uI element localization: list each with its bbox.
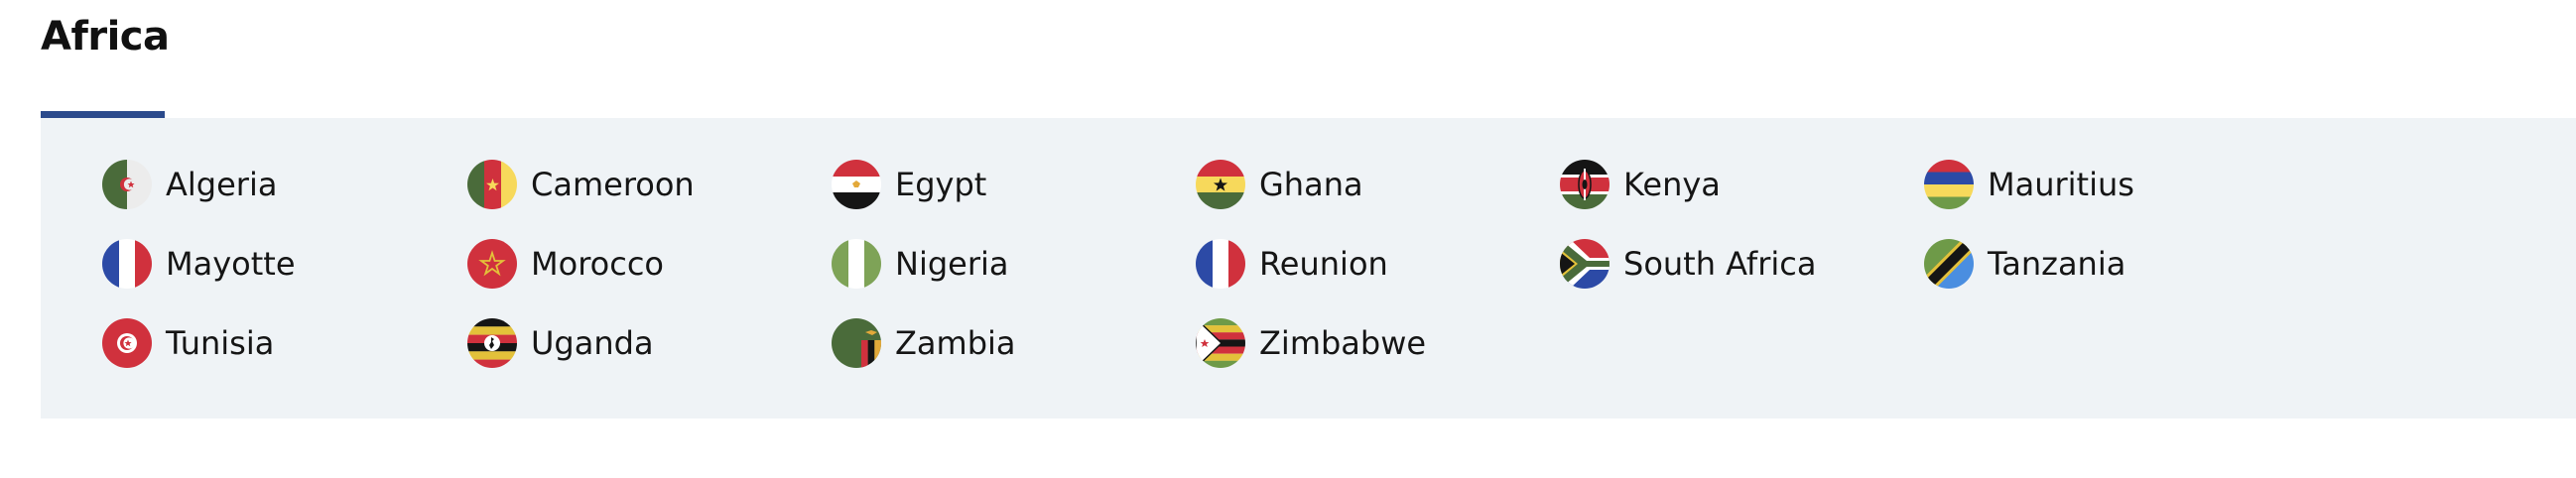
zambia-flag-icon — [832, 318, 881, 368]
country-name: Algeria — [166, 166, 278, 203]
tanzania-flag-icon — [1924, 239, 1974, 289]
country-name: Mauritius — [1988, 166, 2134, 203]
kenya-flag-icon — [1560, 160, 1610, 209]
tunisia-flag-icon — [102, 318, 152, 368]
nigeria-flag-icon — [832, 239, 881, 289]
uganda-flag-icon — [467, 318, 517, 368]
country-name: Tunisia — [166, 324, 275, 362]
mauritius-flag-icon — [1924, 160, 1974, 209]
country-name: Zambia — [895, 324, 1016, 362]
country-name: Tanzania — [1988, 245, 2126, 283]
country-item-mauritius[interactable]: Mauritius — [1924, 160, 2134, 209]
country-name: Egypt — [895, 166, 987, 203]
country-item-nigeria[interactable]: Nigeria — [832, 239, 1008, 289]
country-item-morocco[interactable]: Morocco — [467, 239, 664, 289]
country-item-cameroon[interactable]: Cameroon — [467, 160, 695, 209]
country-item-kenya[interactable]: Kenya — [1560, 160, 1721, 209]
country-item-egypt[interactable]: Egypt — [832, 160, 986, 209]
ghana-flag-icon — [1196, 160, 1245, 209]
country-list-panel: Algeria Cameroon Egypt Ghana Kenya Mauri… — [41, 118, 2576, 418]
country-item-reunion[interactable]: Reunion — [1196, 239, 1388, 289]
reunion-flag-icon — [1196, 239, 1245, 289]
zimbabwe-flag-icon — [1196, 318, 1245, 368]
country-item-algeria[interactable]: Algeria — [102, 160, 277, 209]
country-name: Morocco — [531, 245, 664, 283]
country-name: Zimbabwe — [1259, 324, 1427, 362]
cameroon-flag-icon — [467, 160, 517, 209]
country-item-tanzania[interactable]: Tanzania — [1924, 239, 2125, 289]
country-item-uganda[interactable]: Uganda — [467, 318, 654, 368]
country-name: Reunion — [1259, 245, 1388, 283]
south-africa-flag-icon — [1560, 239, 1610, 289]
country-name: Nigeria — [895, 245, 1009, 283]
morocco-flag-icon — [467, 239, 517, 289]
section-title: Africa — [41, 14, 170, 60]
country-item-mayotte[interactable]: Mayotte — [102, 239, 296, 289]
country-name: Mayotte — [166, 245, 296, 283]
country-item-ghana[interactable]: Ghana — [1196, 160, 1363, 209]
country-name: Ghana — [1259, 166, 1363, 203]
algeria-flag-icon — [102, 160, 152, 209]
country-name: Cameroon — [531, 166, 695, 203]
country-name: Uganda — [531, 324, 654, 362]
mayotte-flag-icon — [102, 239, 152, 289]
country-item-zambia[interactable]: Zambia — [832, 318, 1016, 368]
egypt-flag-icon — [832, 160, 881, 209]
country-item-south-africa[interactable]: South Africa — [1560, 239, 1816, 289]
country-name: South Africa — [1623, 245, 1817, 283]
title-underline — [41, 111, 165, 118]
country-item-zimbabwe[interactable]: Zimbabwe — [1196, 318, 1426, 368]
country-name: Kenya — [1623, 166, 1721, 203]
country-item-tunisia[interactable]: Tunisia — [102, 318, 274, 368]
